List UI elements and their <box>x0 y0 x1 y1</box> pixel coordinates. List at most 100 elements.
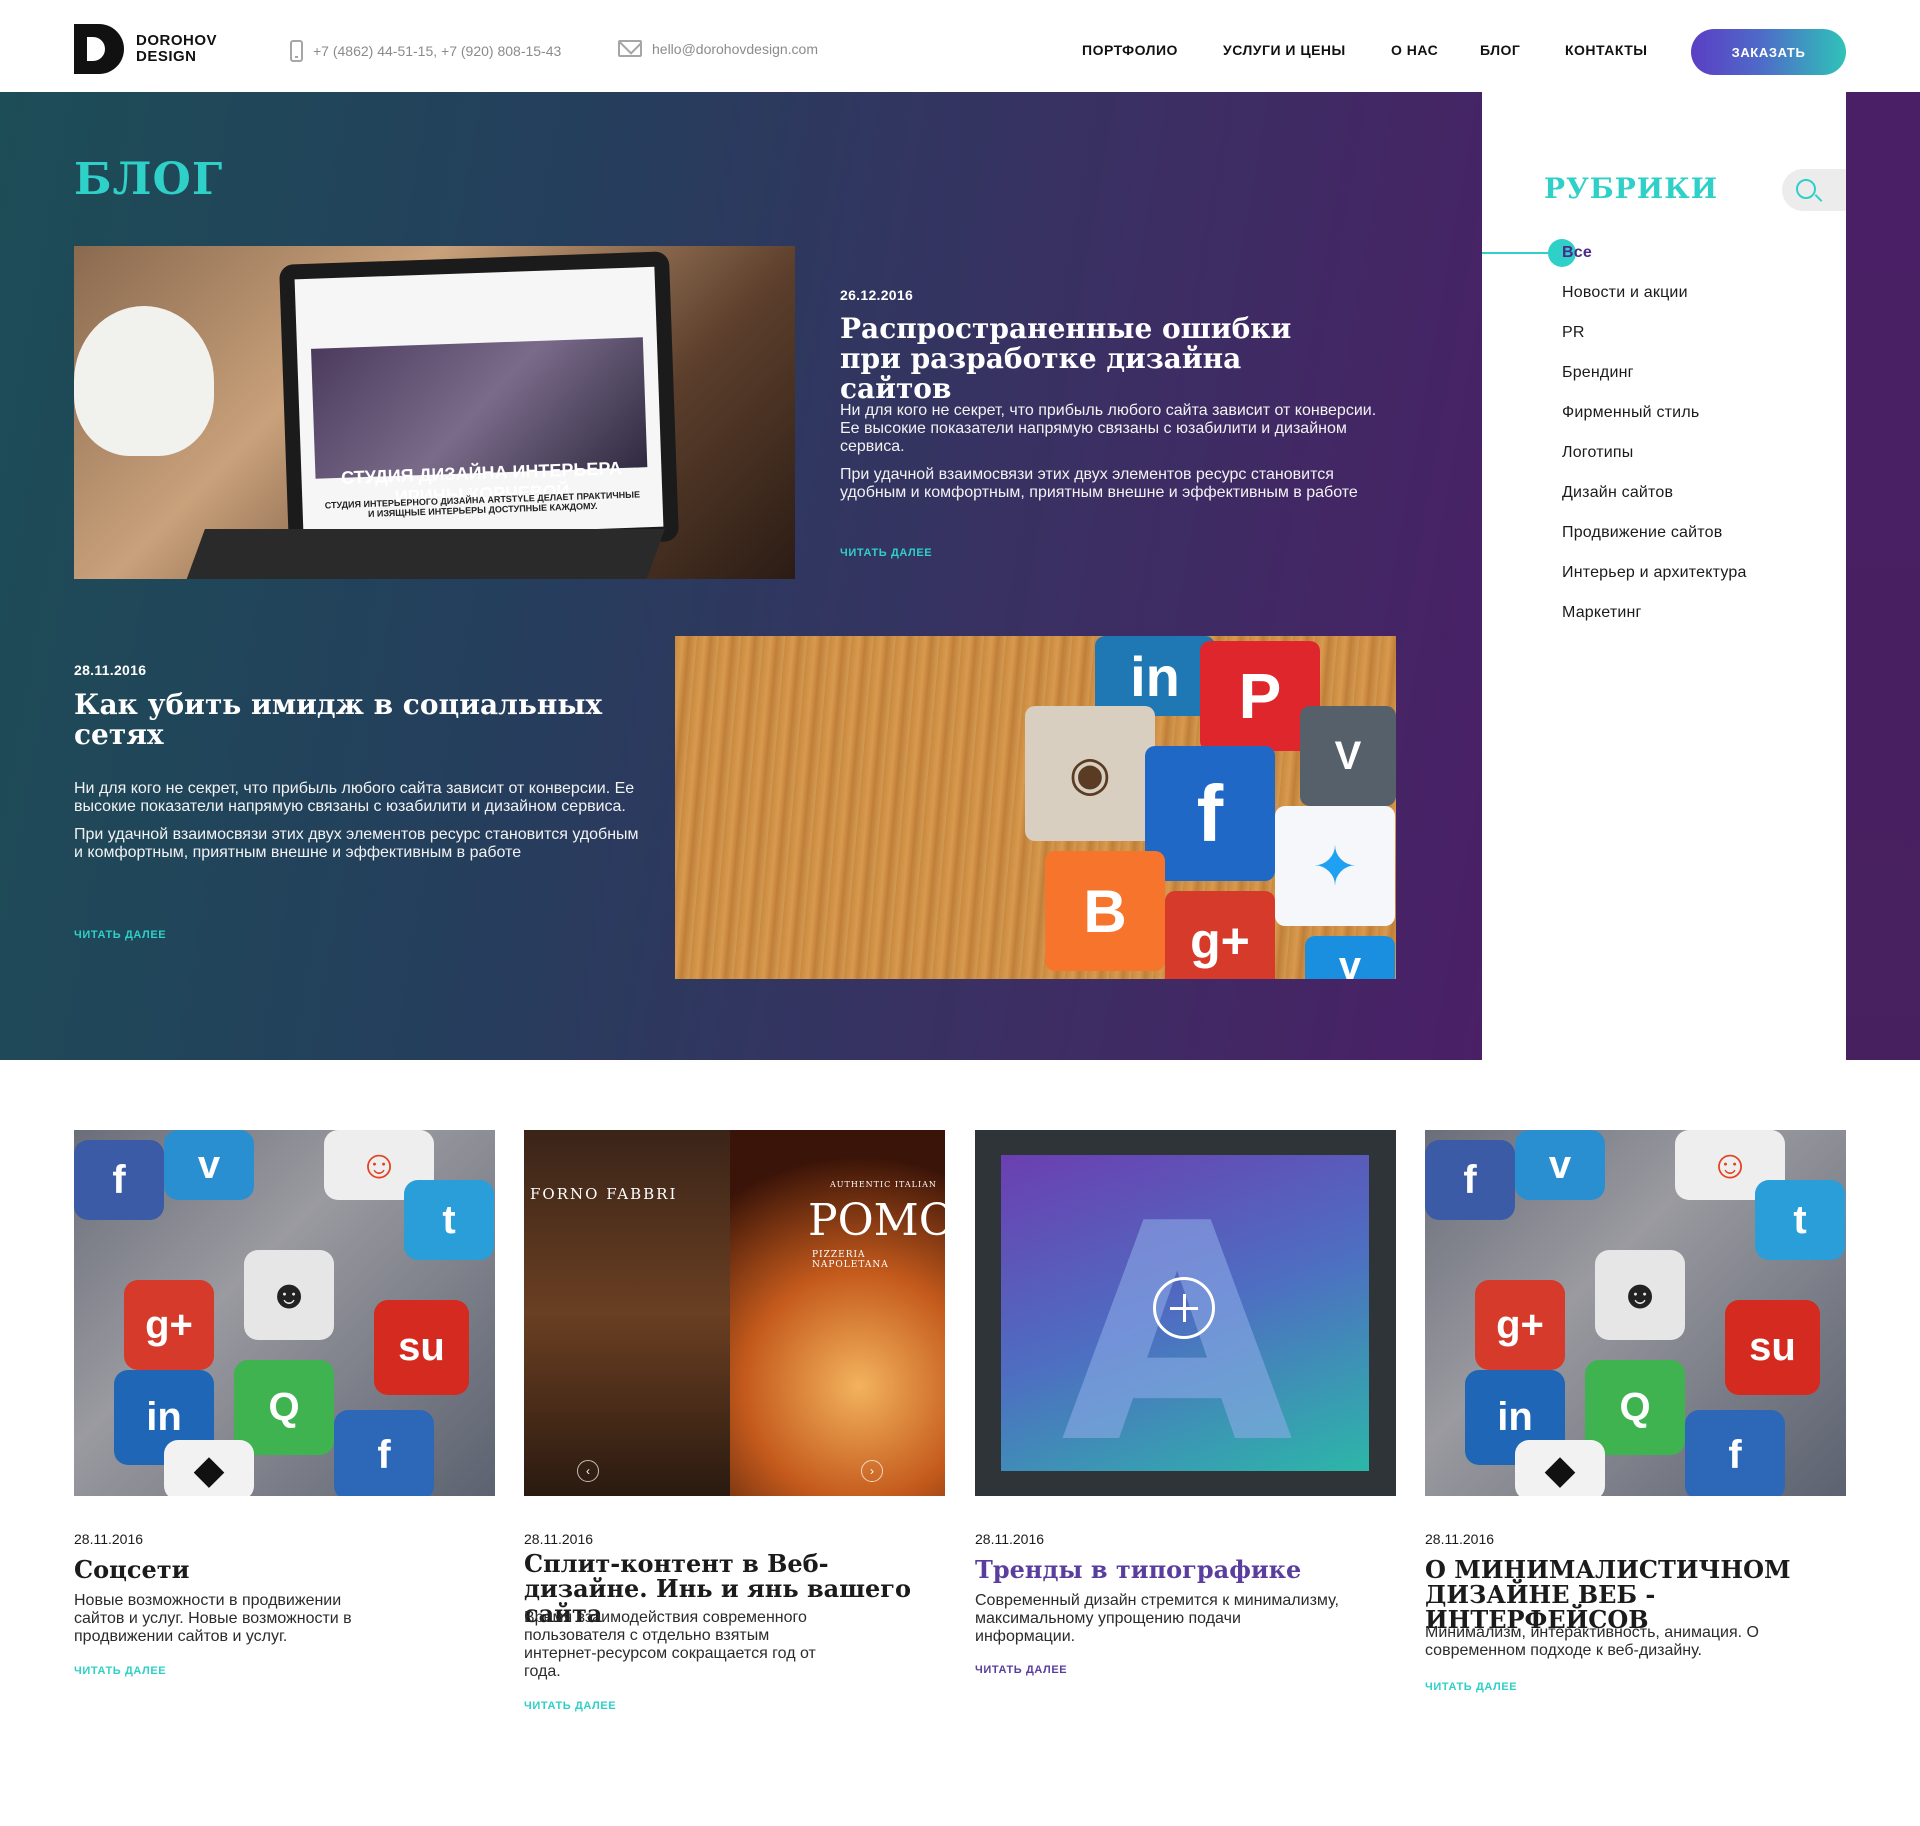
google-plus-icon: g+ <box>1165 891 1275 979</box>
delicious-icon: ◆ <box>1515 1440 1605 1496</box>
post-1-read-more[interactable]: ЧИТАТЬ ДАЛЕЕ <box>840 547 932 559</box>
card-3-read-more[interactable]: ЧИТАТЬ ДАЛЕЕ <box>975 1664 1067 1676</box>
facebook-icon-2: f <box>1685 1410 1785 1496</box>
rubric-branding[interactable]: Брендинг <box>1562 364 1634 382</box>
google-plus-icon: g+ <box>1475 1280 1565 1370</box>
nav-services[interactable]: УСЛУГИ И ЦЕНЫ <box>1223 42 1346 58</box>
card-1-image[interactable]: f v ☺ t g+ ☻ su in Q f ◆ <box>74 1130 495 1496</box>
qik-icon: Q <box>234 1360 334 1455</box>
card-3-date: 28.11.2016 <box>975 1531 1045 1547</box>
pomo-label: POMO <box>808 1195 945 1246</box>
nav-portfolio[interactable]: ПОРТФОЛИО <box>1082 42 1178 58</box>
rubrics-sidebar: РУБРИКИ Все Новости и акции PR Брендинг … <box>1482 92 1846 1060</box>
bread-photo: FORNO FABBRI <box>524 1130 730 1496</box>
rubric-news[interactable]: Новости и акции <box>1562 284 1688 302</box>
rubric-logos[interactable]: Логотипы <box>1562 444 1633 462</box>
linkedin-icon: in <box>1095 636 1215 716</box>
rubric-all[interactable]: Все <box>1562 244 1592 262</box>
rubric-corporate-style[interactable]: Фирменный стиль <box>1562 404 1699 422</box>
post-2-read-more[interactable]: ЧИТАТЬ ДАЛЕЕ <box>74 929 166 941</box>
card-2-date: 28.11.2016 <box>524 1531 594 1547</box>
vimeo-icon: v <box>1515 1130 1605 1200</box>
order-button[interactable]: ЗАКАЗАТЬ <box>1691 29 1846 75</box>
email-contact: hello@dorohovdesign.com <box>618 40 818 57</box>
card-1-date: 28.11.2016 <box>74 1531 144 1547</box>
keyboard-shape <box>183 529 665 579</box>
vimeo-icon: v <box>1305 936 1395 979</box>
mail-icon <box>618 40 642 57</box>
pomo-sub-label: PIZZERIA NAPOLETANA <box>812 1250 889 1270</box>
card-3-image[interactable]: A <box>975 1130 1396 1496</box>
facebook-icon-2: f <box>334 1410 434 1496</box>
plus-icon[interactable] <box>1153 1277 1215 1339</box>
pomo-top-label: AUTHENTIC ITALIAN <box>830 1180 937 1189</box>
search-icon <box>1796 179 1816 199</box>
slider-next-arrow-icon[interactable]: › <box>861 1460 883 1482</box>
hero-right-strip <box>1846 92 1920 1060</box>
rubric-web-design[interactable]: Дизайн сайтов <box>1562 484 1673 502</box>
delicious-icon: ◆ <box>164 1440 254 1496</box>
card-2-image[interactable]: FORNO FABBRI AUTHENTIC ITALIAN POMO PIZZ… <box>524 1130 945 1496</box>
blogger-icon: B <box>1045 851 1165 971</box>
card-4-title[interactable]: О МИНИМАЛИСТИЧНОМ ДИЗАЙНЕ ВЕБ - ИНТЕРФЕЙ… <box>1425 1557 1855 1632</box>
google-plus-icon: g+ <box>124 1280 214 1370</box>
phone-icon <box>290 40 303 62</box>
logo-text: DOROHOV DESIGN <box>136 32 218 65</box>
facebook-icon: f <box>74 1140 164 1220</box>
card-2-read-more[interactable]: ЧИТАТЬ ДАЛЕЕ <box>524 1700 616 1712</box>
twitter-icon: ✦ <box>1275 806 1395 926</box>
card-4-image[interactable]: f v ☺ t g+ ☻ su in Q f ◆ <box>1425 1130 1846 1496</box>
site-header: DOROHOV DESIGN +7 (4862) 44-51-15, +7 (9… <box>0 0 1920 92</box>
nav-about[interactable]: О НАС <box>1391 42 1438 58</box>
post-2-image[interactable]: in P ◉ f ✦ B g+ V v <box>675 636 1396 979</box>
post-1-excerpt: Ни для кого не секрет, что прибыль любог… <box>840 402 1377 501</box>
post-2-excerpt: Ни для кого не секрет, что прибыль любог… <box>74 780 639 861</box>
stumbleupon-icon: su <box>1725 1300 1820 1395</box>
card-1-read-more[interactable]: ЧИТАТЬ ДАЛЕЕ <box>74 1665 166 1677</box>
stumbleupon-icon: su <box>374 1300 469 1395</box>
teapot-shape <box>74 306 214 456</box>
card-3-title[interactable]: Тренды в типографике <box>975 1557 1375 1582</box>
nav-contacts[interactable]: КОНТАКТЫ <box>1565 42 1647 58</box>
card-2-text: Время взаимодействия современного пользо… <box>524 1609 816 1680</box>
post-1-date: 26.12.2016 <box>840 287 914 303</box>
post-1-image[interactable]: СТУДИЯ ДИЗАЙНА ИНТЕРЬЕРА ИРИНЫ КОРЧЕВОЙ … <box>74 246 795 579</box>
twitter-icon: t <box>1755 1180 1845 1260</box>
forno-fabbri-label: FORNO FABBRI <box>530 1185 678 1203</box>
post-2-title[interactable]: Как убить имидж в социальных сетях <box>74 690 634 750</box>
rubric-pr[interactable]: PR <box>1562 324 1585 342</box>
qik-icon: Q <box>1585 1360 1685 1455</box>
facebook-icon: f <box>1425 1140 1515 1220</box>
card-4-text: Минимализм, интерактивность, анимация. О… <box>1425 1624 1759 1659</box>
blog-hero: БЛОГ СТУДИЯ ДИЗАЙНА ИНТЕРЬЕРА ИРИНЫ КОРЧ… <box>0 92 1482 1060</box>
typography-artwork: A <box>1001 1155 1369 1485</box>
rubrics-title: РУБРИКИ <box>1544 172 1719 205</box>
logo[interactable]: DOROHOV DESIGN <box>74 24 217 74</box>
reddit-alien-icon: ☻ <box>1595 1250 1685 1340</box>
search-button[interactable] <box>1782 169 1846 211</box>
slider-prev-arrow-icon[interactable]: ‹ <box>577 1460 599 1482</box>
card-1-title[interactable]: Соцсети <box>74 1557 434 1582</box>
instagram-icon: ◉ <box>1025 706 1155 841</box>
fire-photo: AUTHENTIC ITALIAN POMO PIZZERIA NAPOLETA… <box>730 1130 945 1496</box>
vine-icon: V <box>1300 706 1396 806</box>
card-4-date: 28.11.2016 <box>1425 1531 1495 1547</box>
rubric-seo[interactable]: Продвижение сайтов <box>1562 524 1722 542</box>
card-4-read-more[interactable]: ЧИТАТЬ ДАЛЕЕ <box>1425 1681 1517 1693</box>
page-title: БЛОГ <box>74 154 224 205</box>
email-address[interactable]: hello@dorohovdesign.com <box>652 41 818 57</box>
post-1-title[interactable]: Распространенные ошибки при разработке д… <box>840 314 1360 404</box>
nav-blog[interactable]: БЛОГ <box>1480 42 1520 58</box>
card-1-text: Новые возможности в продвижении сайтов и… <box>74 1592 352 1645</box>
phone-numbers[interactable]: +7 (4862) 44-51-15, +7 (920) 808-15-43 <box>313 43 561 59</box>
phone-contact: +7 (4862) 44-51-15, +7 (920) 808-15-43 <box>290 40 561 62</box>
vimeo-icon: v <box>164 1130 254 1200</box>
rubric-marketing[interactable]: Маркетинг <box>1562 604 1642 622</box>
logo-mark-icon <box>74 24 124 74</box>
laptop-shape: СТУДИЯ ДИЗАЙНА ИНТЕРЬЕРА ИРИНЫ КОРЧЕВОЙ … <box>279 251 679 555</box>
rubric-interior[interactable]: Интерьер и архитектура <box>1562 564 1747 582</box>
active-rubric-line <box>1482 252 1552 254</box>
reddit-alien-icon: ☻ <box>244 1250 334 1340</box>
twitter-icon: t <box>404 1180 494 1260</box>
post-2-date: 28.11.2016 <box>74 662 147 678</box>
